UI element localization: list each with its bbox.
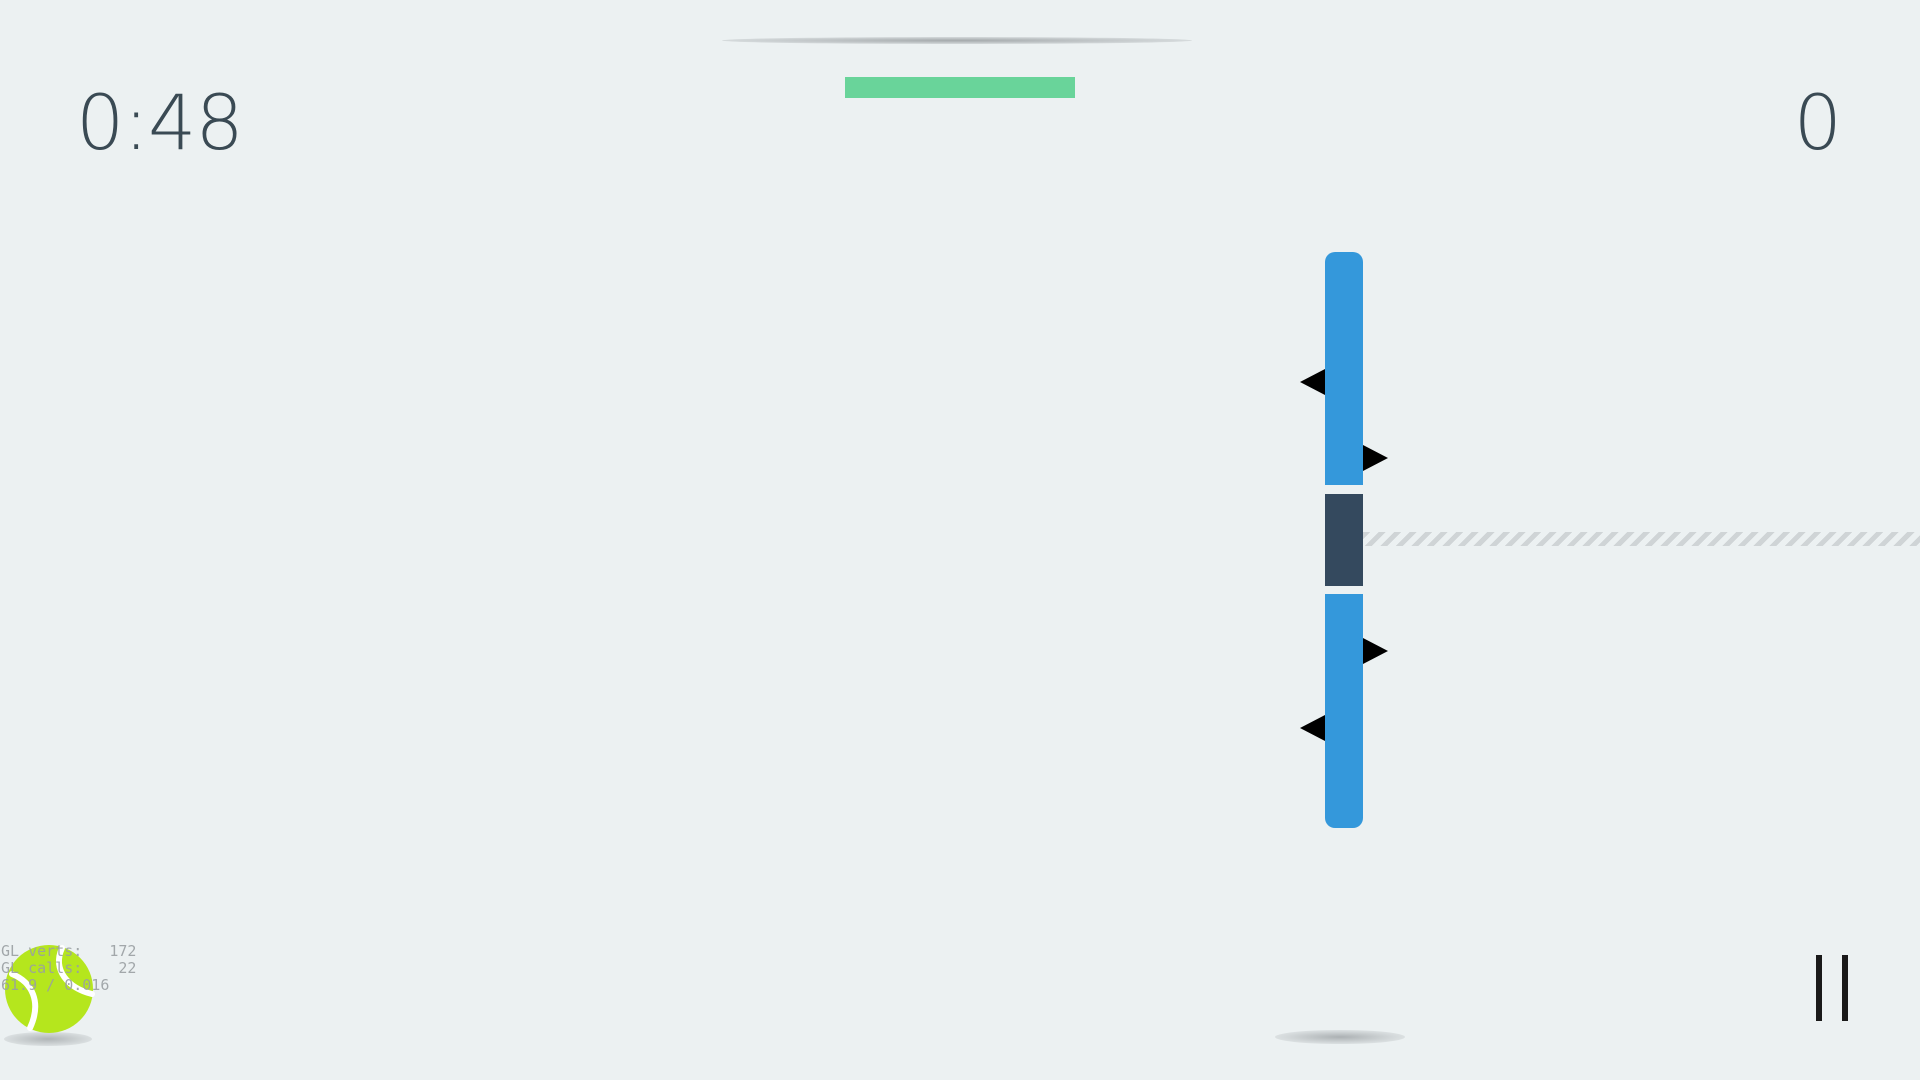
pause-bar [1842,955,1848,1021]
paddle-top-segment[interactable] [1325,252,1363,485]
right-arrow-icon [1363,638,1388,664]
score-display: 0 [1793,78,1842,167]
debug-line: GL verts: 172 [1,942,137,960]
debug-overlay: GL verts: 172 GL calls: 22 61.9 / 0.016 [1,943,136,994]
time-progress-fill [845,77,1075,98]
game-stage[interactable]: 0:48 0 GL verts: 172 GL calls: 22 61.9 / 0… [0,0,1920,1080]
paddle-core-segment[interactable] [1325,494,1363,586]
paddle-bottom-segment[interactable] [1325,594,1363,828]
pause-button[interactable] [1808,955,1858,1021]
top-bar-shadow [722,37,1192,44]
debug-line: GL calls: 22 [1,959,137,977]
ball-shadow [1275,1030,1405,1044]
ball-trail [1363,532,1920,546]
left-arrow-icon [1300,369,1325,395]
pause-bar [1816,955,1822,1021]
time-progress-bar [845,77,1075,98]
debug-line: 61.9 / 0.016 [1,976,110,994]
timer-display: 0:48 [76,78,244,167]
left-arrow-icon [1300,715,1325,741]
right-arrow-icon [1363,445,1388,471]
